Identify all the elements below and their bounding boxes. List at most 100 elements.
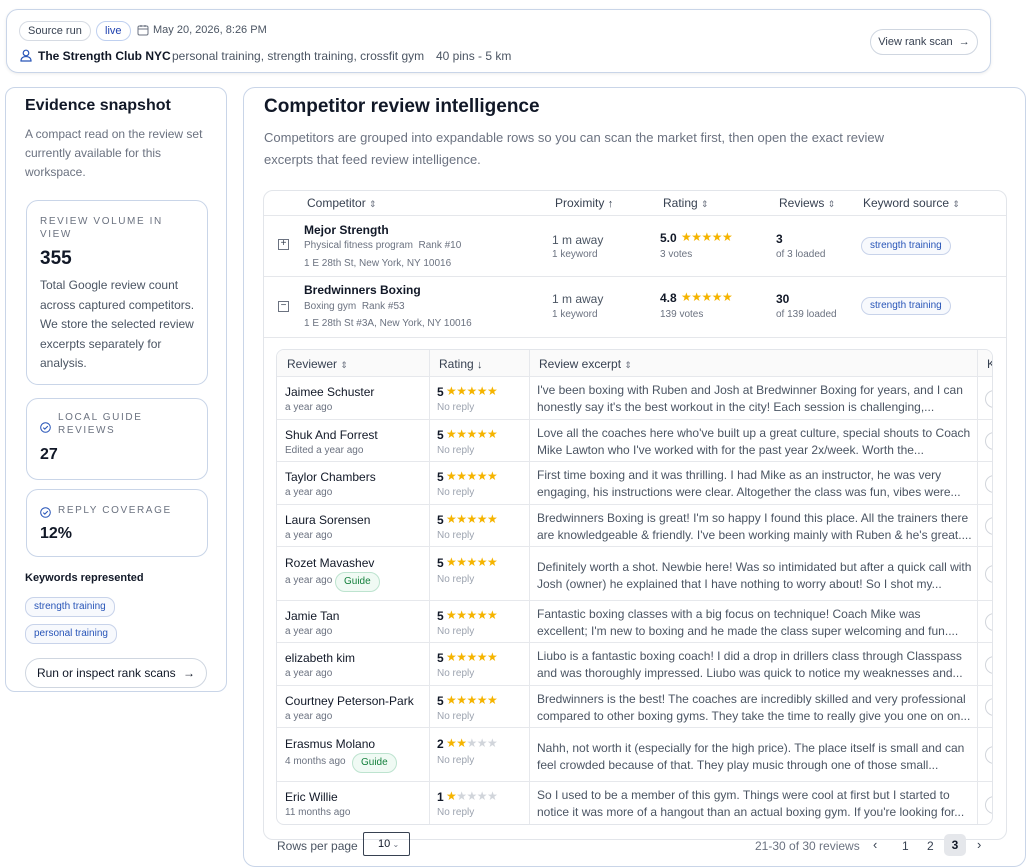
col-review-excerpt[interactable]: Review excerpt ⇕	[539, 357, 632, 371]
review-rating: 5	[437, 428, 444, 442]
review-rating: 5	[437, 694, 444, 708]
review-date: Edited a year ago	[285, 445, 364, 456]
competitor-row[interactable]: − Bredwinners Boxing Boxing gym Rank #53…	[264, 277, 1006, 337]
review-row[interactable]: Laura Sorensen a year ago 5 ★★★★★ No reply Br…	[277, 504, 992, 546]
view-rank-scan-label: View rank scan	[878, 36, 953, 48]
row-action-button[interactable]	[985, 517, 992, 535]
review-row[interactable]: Rozet Mavashev a year ago Guide 5 ★★★★★ No re…	[277, 546, 992, 600]
row-action-button[interactable]	[985, 475, 992, 493]
review-row[interactable]: Jaimee Schuster a year ago 5 ★★★★★ No reply I…	[277, 376, 992, 419]
client-name: The Strength Club NYC	[38, 49, 171, 63]
review-rating: 5	[437, 513, 444, 527]
rows-per-page-select[interactable]: 10 ⌄	[363, 832, 410, 856]
page-button[interactable]: 1	[902, 839, 909, 853]
col-rating[interactable]: Rating ⇕	[663, 196, 709, 210]
review-row[interactable]: Jamie Tan a year ago 5 ★★★★★ No reply Fantast…	[277, 600, 992, 642]
keyword-chip: strength training	[861, 237, 951, 255]
client-keywords: personal training, strength training, cr…	[172, 49, 425, 63]
page-button[interactable]: 2	[927, 839, 934, 853]
review-row[interactable]: Shuk And Forrest Edited a year ago 5 ★★★★★ N…	[277, 419, 992, 461]
calendar-icon	[137, 23, 149, 36]
competitor-row[interactable]: + Mejor Strength Physical fitness progra…	[264, 216, 1006, 276]
run-date: May 20, 2026, 8:26 PM	[153, 24, 267, 36]
review-date: a year ago	[285, 530, 333, 541]
col-reviews[interactable]: Reviews ⇕	[779, 196, 835, 210]
col-extra: K	[987, 357, 992, 371]
rows-per-page-label: Rows per page	[277, 839, 358, 853]
competitor-loaded: of 139 loaded	[776, 309, 837, 320]
review-row[interactable]: elizabeth kim a year ago 5 ★★★★★ No reply Liu…	[277, 642, 992, 685]
star-rating: ★★★★★	[446, 789, 498, 803]
reviewer-name: Erasmus Molano	[285, 737, 376, 751]
review-row[interactable]: Erasmus Molano 4 months ago Guide 2 ★★★★★ No …	[277, 727, 992, 781]
competitor-category: Boxing gym Rank #53	[304, 301, 405, 312]
star-rating: ★★★★★	[446, 555, 498, 569]
review-excerpt: First time boxing and it was thrilling. …	[537, 468, 961, 499]
collapse-icon[interactable]: −	[278, 301, 289, 312]
row-action-button[interactable]	[985, 796, 992, 814]
sort-asc-icon: ↑	[607, 198, 614, 210]
reviewer-name: Laura Sorensen	[285, 513, 371, 527]
reply-status: No reply	[437, 574, 475, 585]
review-date: 11 months ago	[285, 807, 351, 818]
col-competitor[interactable]: Competitor ⇕	[307, 196, 377, 210]
review-date: 4 months ago	[285, 756, 346, 767]
review-volume-value: 355	[40, 248, 72, 269]
reply-coverage-label: REPLY COVERAGE	[58, 505, 172, 516]
keyword-chip: personal training	[25, 624, 117, 644]
review-excerpt: I've been boxing with Ruben and Josh at …	[537, 383, 963, 414]
user-icon	[20, 49, 32, 62]
arrow-right-icon: →	[958, 36, 970, 48]
col-review-rating[interactable]: Rating ↓	[439, 357, 483, 371]
reviewer-name: elizabeth kim	[285, 651, 356, 665]
reviewer-name: Jamie Tan	[285, 609, 340, 623]
local-guide-label: LOCAL GUIDE REVIEWS	[58, 412, 143, 436]
page-range: 21-30 of 30 reviews	[755, 839, 860, 853]
reply-status: No reply	[437, 755, 475, 766]
expand-icon[interactable]: +	[278, 239, 289, 250]
panel-subtitle: A compact read on the review set current…	[25, 127, 203, 179]
sort-icon: ⇕	[827, 199, 836, 209]
main-title: Competitor review intelligence	[264, 96, 540, 117]
col-reviewer[interactable]: Reviewer ⇕	[287, 357, 348, 371]
row-action-button[interactable]	[985, 698, 992, 716]
chevron-right-icon[interactable]: ›	[977, 837, 981, 852]
rank-scans-button[interactable]: Run or inspect rank scans →	[25, 658, 207, 688]
review-rating: 5	[437, 556, 444, 570]
sort-icon: ⇕	[369, 199, 377, 209]
col-proximity[interactable]: Proximity ↑	[555, 196, 613, 210]
star-rating: ★★★★★	[446, 608, 498, 622]
competitor-rating: 4.8	[660, 291, 677, 305]
review-row[interactable]: Taylor Chambers a year ago 5 ★★★★★ No reply F…	[277, 461, 992, 504]
competitor-distance: 1 m away	[552, 292, 604, 306]
row-action-button[interactable]	[985, 390, 992, 408]
row-action-button[interactable]	[985, 565, 992, 583]
guide-badge: Guide	[352, 753, 397, 773]
review-row[interactable]: Eric Willie 11 months ago 1 ★★★★★ No reply So…	[277, 781, 992, 824]
review-excerpt: Nahh, not worth it (especially for the h…	[537, 741, 965, 772]
row-action-button[interactable]	[985, 746, 992, 764]
view-rank-scan-button[interactable]: View rank scan →	[870, 29, 978, 55]
sort-icon: ⇕	[952, 199, 960, 209]
col-keyword-source[interactable]: Keyword source ⇕	[863, 196, 960, 210]
review-date: a year ago	[285, 487, 333, 498]
review-rating: 5	[437, 609, 444, 623]
review-row[interactable]: Courtney Peterson-Park a year ago 5 ★★★★★ No…	[277, 685, 992, 727]
star-rating: ★★★★★	[446, 469, 498, 483]
competitor-votes: 3 votes	[660, 249, 693, 260]
review-rating: 5	[437, 651, 444, 665]
chevron-left-icon[interactable]: ‹	[873, 837, 877, 852]
review-rating: 5	[437, 385, 444, 399]
page-button-current[interactable]: 3	[944, 834, 966, 856]
reply-status: No reply	[437, 530, 475, 541]
rank-scans-label: Run or inspect rank scans	[36, 666, 176, 680]
keywords-title: Keywords represented	[25, 572, 144, 584]
row-action-button[interactable]	[985, 656, 992, 674]
row-action-button[interactable]	[985, 613, 992, 631]
reply-status: No reply	[437, 668, 475, 679]
reviewer-name: Courtney Peterson-Park	[285, 694, 414, 708]
arrow-right-icon: →	[183, 666, 196, 680]
review-excerpt: So I used to be a member of this gym. Th…	[537, 788, 965, 819]
row-action-button[interactable]	[985, 432, 992, 450]
evidence-snapshot-panel: Evidence snapshot A compact read on the …	[5, 87, 227, 692]
